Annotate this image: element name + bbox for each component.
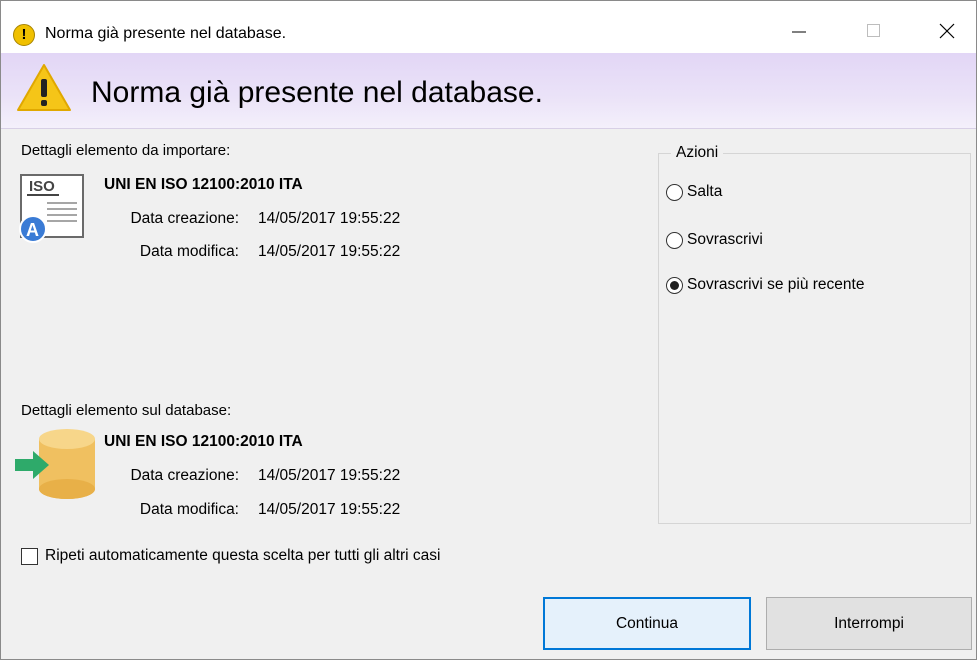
database-item-name: UNI EN ISO 12100:2010 ITA [104, 433, 303, 450]
radio-button-selected[interactable] [666, 276, 683, 294]
minimize-button[interactable] [771, 11, 827, 51]
radio-sovrascrivi-se-piu-recente[interactable]: Sovrascrivi se più recente [666, 275, 864, 295]
radio-button[interactable] [666, 183, 683, 201]
import-created-label: Data creazione: [130, 210, 239, 227]
actions-title: Azioni [671, 143, 724, 163]
import-item-name: UNI EN ISO 12100:2010 ITA [104, 176, 303, 193]
radio-label: Sovrascrivi [687, 231, 763, 248]
radio-label: Sovrascrivi se più recente [687, 276, 865, 293]
database-created-value: 14/05/2017 19:55:22 [258, 467, 401, 484]
repeat-choice-checkbox[interactable]: Ripeti automaticamente questa scelta per… [21, 546, 440, 566]
iso-document-icon: ISO A [19, 174, 84, 243]
database-section-caption: Dettagli elemento sul database: [21, 402, 232, 419]
import-section-caption: Dettagli elemento da importare: [21, 142, 231, 159]
stop-button[interactable]: Interrompi [766, 597, 972, 650]
import-modified-label: Data modifica: [139, 243, 239, 260]
continue-button[interactable]: Continua [543, 597, 751, 650]
maximize-button[interactable] [846, 11, 902, 51]
dialog-header: Norma già presente nel database. [1, 53, 976, 129]
minimize-icon [792, 31, 806, 33]
checkbox[interactable] [21, 547, 38, 565]
actions-groupbox [658, 153, 971, 524]
radio-button[interactable] [666, 231, 683, 249]
dialog-window: ! Norma già presente nel database. Norma… [0, 0, 977, 660]
warning-small-icon: ! [13, 24, 35, 46]
database-modified-label: Data modifica: [139, 501, 239, 518]
import-modified-value: 14/05/2017 19:55:22 [258, 243, 401, 260]
radio-sovrascrivi[interactable]: Sovrascrivi [666, 230, 763, 250]
close-button[interactable] [919, 11, 975, 51]
badge-a: A [26, 220, 39, 240]
import-created-value: 14/05/2017 19:55:22 [258, 210, 401, 227]
database-created-label: Data creazione: [130, 467, 239, 484]
header-title: Norma già presente nel database. [91, 76, 543, 109]
close-icon [939, 23, 955, 39]
maximize-icon [867, 24, 880, 37]
radio-salta[interactable]: Salta [666, 182, 722, 202]
database-arrow-icon [15, 429, 95, 499]
warning-icon [17, 64, 71, 111]
window-title: Norma già presente nel database. [45, 25, 287, 42]
iso-label: ISO [29, 178, 55, 195]
database-modified-value: 14/05/2017 19:55:22 [258, 501, 401, 518]
radio-label: Salta [687, 183, 723, 200]
checkbox-label: Ripeti automaticamente questa scelta per… [45, 547, 441, 564]
title-bar: ! Norma già presente nel database. [1, 1, 976, 53]
